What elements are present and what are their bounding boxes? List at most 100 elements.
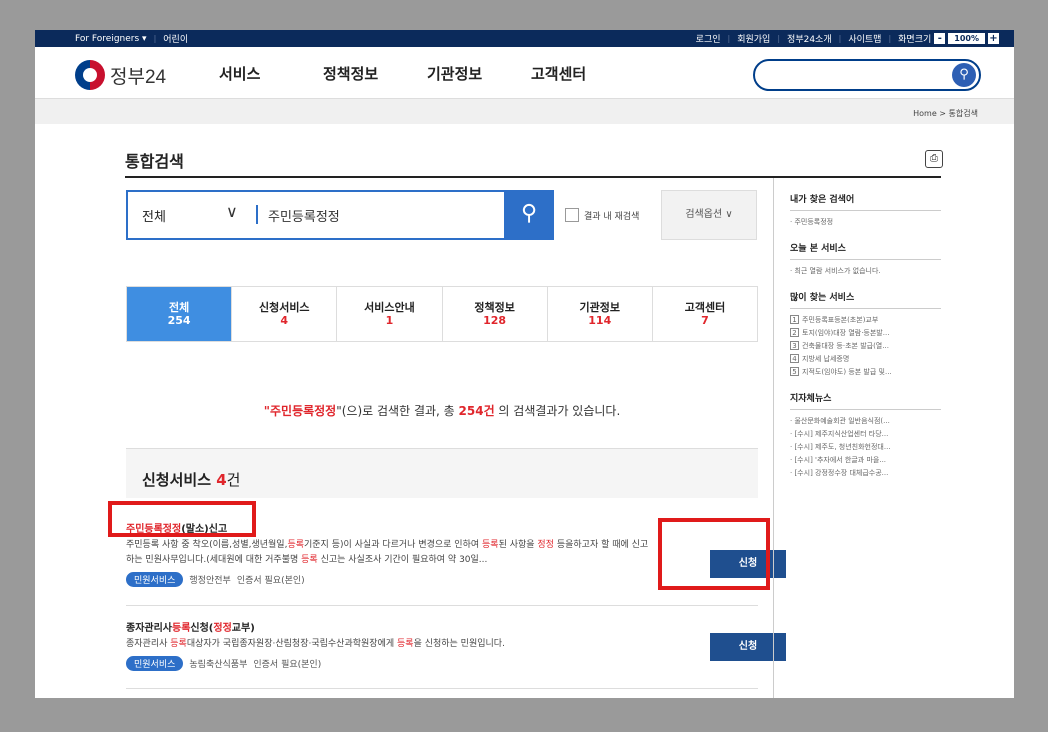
logo[interactable]: 정부24	[75, 60, 166, 90]
popular-label: 지적도(임야도) 등본 발급 및...	[802, 368, 892, 376]
cert-required: 인증서 필요(본인)	[236, 576, 305, 586]
header-search-icon[interactable]: ⚲	[952, 63, 976, 87]
result-title[interactable]: 종자관리사등록신청(정정교부)	[126, 619, 758, 634]
nav-policy[interactable]: 정책정보	[323, 63, 427, 84]
popular-label: 주민등록표등본(초본)교부	[802, 316, 879, 324]
cursor-bar	[256, 205, 258, 224]
desc-text: 대상자가 국립종자원장·산림청장·국립수산과학원장에게	[186, 639, 397, 649]
desc-highlight: 등록	[170, 639, 187, 649]
search-input[interactable]: 주민등록정정	[268, 206, 340, 225]
category-badge: 민원서비스	[126, 572, 184, 587]
about-link[interactable]: 정부24소개	[787, 32, 832, 45]
popular-item[interactable]: 4 지방세 납세증명	[790, 353, 941, 366]
today-viewed-title: 오늘 본 서비스	[790, 241, 941, 260]
desc-text: 종자관리사	[126, 639, 171, 649]
desc-highlight: 등록	[482, 540, 499, 550]
tab-label: 기관정보	[579, 301, 621, 314]
title-highlight: 등록	[172, 623, 191, 634]
tab-label: 정책정보	[474, 301, 515, 314]
nav-agency[interactable]: 기관정보	[427, 63, 531, 84]
chevron-down-icon[interactable]: ∨	[226, 202, 238, 221]
zoom-out-button[interactable]: -	[934, 33, 946, 44]
rank-number: 3	[790, 341, 799, 350]
popular-item[interactable]: 5 지적도(임야도) 등본 발급 및...	[790, 366, 941, 379]
result-description: 종자관리사 등록대상자가 국립종자원장·산림청장·국립수산과학원장에게 등록을 …	[126, 637, 656, 652]
tab-support[interactable]: 고객센터 7	[653, 287, 757, 341]
result-meta: 민원서비스 농림축산식품부 인증서 필요(본인)	[126, 656, 758, 671]
recent-search-title: 내가 찾은 검색어	[790, 192, 941, 211]
popular-item[interactable]: 1 주민등록표등본(초본)교부	[790, 314, 941, 327]
tab-label: 고객센터	[684, 301, 726, 314]
cert-required: 인증서 필요(본인)	[253, 660, 322, 670]
signup-link[interactable]: 회원가입	[737, 32, 770, 45]
category-badge: 민원서비스	[126, 656, 184, 671]
news-label: [수시] 제주도, 청년친화헌정대...	[794, 443, 891, 451]
recent-search-label: 주민등록정정	[794, 218, 834, 226]
news-label: [수시] 강정정수장 대체급수공...	[794, 469, 889, 477]
popular-item[interactable]: 3 건축물대장 등·초본 발급(열...	[790, 340, 941, 353]
nav-support[interactable]: 고객센터	[531, 63, 635, 84]
search-button[interactable]: ⚲	[504, 190, 554, 240]
rank-number: 2	[790, 328, 799, 337]
desc-highlight: 등록	[301, 555, 318, 565]
kids-link[interactable]: 어린이	[163, 32, 188, 45]
scope-select[interactable]: 전체	[142, 206, 166, 225]
popular-item[interactable]: 2 토지(임야)대장 열람·등본발...	[790, 327, 941, 340]
search-within-checkbox[interactable]: 결과 내 재검색	[565, 208, 639, 222]
rank-number: 4	[790, 354, 799, 363]
logo-text: 정부24	[110, 66, 167, 88]
today-viewed-label: 최근 열람 서비스가 없습니다.	[794, 267, 881, 275]
sidebar: 내가 찾은 검색어 · 주민등록정정 오늘 본 서비스 · 최근 열람 서비스가…	[773, 178, 941, 698]
page-title: 통합검색	[125, 152, 184, 171]
sitemap-link[interactable]: 사이트맵	[848, 32, 881, 45]
org-name: 농림축산식품부	[189, 660, 248, 670]
page: For Foreigners ▾ | 어린이 로그인 | 회원가입 | 정부24…	[35, 30, 1014, 698]
login-link[interactable]: 로그인	[696, 32, 721, 45]
popular-title: 많이 찾는 서비스	[790, 290, 941, 309]
nav-services[interactable]: 서비스	[219, 63, 323, 84]
tab-count: 114	[588, 314, 612, 327]
news-item[interactable]: · [수시] '추자에서 한글과 마을...	[790, 454, 941, 467]
org-name: 행정안전부	[189, 576, 231, 586]
zoom-in-button[interactable]: +	[988, 33, 999, 44]
recent-search-item[interactable]: · 주민등록정정	[790, 216, 941, 229]
result-count: 254건	[458, 404, 495, 418]
tab-label: 서비스안내	[364, 301, 415, 314]
utility-bar: For Foreigners ▾ | 어린이 로그인 | 회원가입 | 정부24…	[35, 30, 1014, 47]
desc-text: 신고는 사실조사 기간이 필요하여 약 30일...	[317, 555, 488, 565]
header: 정부24 서비스 정책정보 기관정보 고객센터 ⚲	[35, 47, 1014, 99]
tab-agency[interactable]: 기관정보 114	[548, 287, 653, 341]
search-options-button[interactable]: 검색옵션 ∨	[661, 190, 757, 240]
tab-label: 전체	[168, 301, 190, 314]
tab-count: 1	[385, 314, 394, 327]
tab-apply-services[interactable]: 신청서비스 4	[232, 287, 338, 341]
tab-count: 128	[483, 314, 507, 327]
main-nav: 서비스 정책정보 기관정보 고객센터	[219, 63, 635, 84]
print-icon[interactable]: ⎙	[925, 150, 943, 168]
item-divider	[126, 605, 758, 606]
rank-number: 1	[790, 315, 799, 324]
header-search-input[interactable]: ⚲	[753, 59, 981, 91]
desc-text: 주민등록 사항 중 착오(이름,성별,생년월일,	[126, 540, 288, 550]
tab-all[interactable]: 전체 254	[127, 287, 233, 341]
checkbox-box[interactable]	[565, 208, 579, 222]
news-item[interactable]: · [수시] 제주도, 청년친화헌정대...	[790, 441, 941, 454]
tab-service-guide[interactable]: 서비스안내 1	[337, 287, 443, 341]
section-title: 신청서비스	[142, 471, 217, 489]
search-within-label: 결과 내 재검색	[584, 211, 640, 222]
zoom-label: 화면크기	[898, 35, 932, 45]
for-foreigners-link[interactable]: For Foreigners ▾	[75, 34, 147, 44]
news-item[interactable]: · 울산문화예술회관 일반음식점(...	[790, 415, 941, 428]
news-item[interactable]: · [수시] 강정정수장 대체급수공...	[790, 467, 941, 480]
item-divider	[126, 688, 758, 689]
tab-policy[interactable]: 정책정보 128	[443, 287, 548, 341]
result-description: 주민등록 사항 중 착오(이름,성별,생년월일,등록기준지 등)이 사실과 다르…	[126, 538, 656, 568]
highlight-box	[658, 518, 770, 590]
news-label: [수시] '추자에서 한글과 마을...	[794, 456, 887, 464]
popular-label: 지방세 납세증명	[802, 355, 850, 363]
result-keyword: 주민등록정정	[269, 404, 337, 418]
desc-text: 기준지 등)이 사실과 다르거나 변경으로 인하여	[304, 540, 482, 550]
today-viewed-empty: · 최근 열람 서비스가 없습니다.	[790, 267, 881, 275]
tab-count: 4	[280, 314, 289, 327]
news-item[interactable]: · [수시] 제주지식산업센터 타당...	[790, 428, 941, 441]
